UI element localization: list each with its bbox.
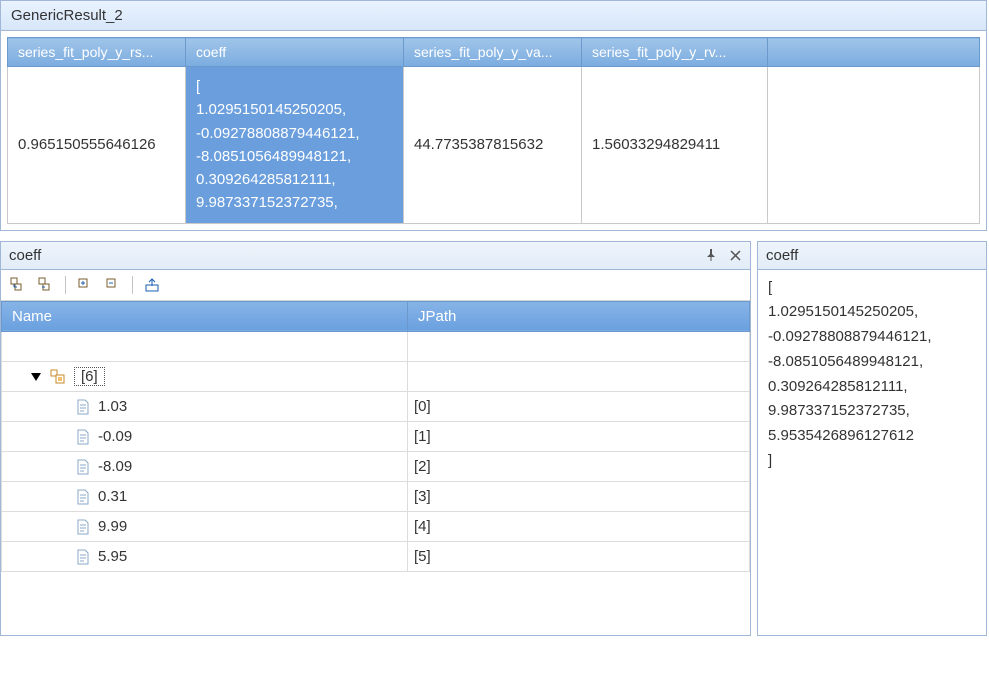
tree-item-path: [4] [408,512,750,542]
value-icon [76,459,90,475]
tree-item-name: 0.31 [98,488,127,505]
col-header-1[interactable]: coeff [186,38,404,67]
detail-panel-title: coeff [766,247,798,264]
col-header-2[interactable]: series_fit_poly_y_va... [404,38,582,67]
bottom-split: coeff [0,241,987,636]
col-header-0[interactable]: series_fit_poly_y_rs... [8,38,186,67]
tree-root-label[interactable]: [6] [74,367,105,386]
tree-item-name: 5.95 [98,548,127,565]
tree-item-name: 9.99 [98,518,127,535]
result-grid-wrap: series_fit_poly_y_rs... coeff series_fit… [1,31,986,230]
tree-rows: [6] 1.03 [0] -0.09 [1] [1,332,750,573]
toolbar-separator [132,276,133,294]
tree-item-path: [0] [408,392,750,422]
value-icon [76,429,90,445]
collapse-node-icon[interactable] [102,274,124,296]
detail-panel: coeff [ 1.0295150145250205, -0.092788088… [757,241,987,636]
value-icon [76,519,90,535]
tree-panel-title: coeff [9,247,41,264]
col-header-4[interactable] [768,38,980,67]
tree-item-path: [2] [408,452,750,482]
tree-item-row[interactable]: 1.03 [0] [2,392,750,422]
tree-toolbar [1,270,750,301]
value-icon [76,549,90,565]
close-icon[interactable] [728,248,742,262]
tree-scroll[interactable]: [6] 1.03 [0] -0.09 [1] [1,332,750,635]
tree-item-row[interactable]: -0.09 [1] [2,422,750,452]
tree-empty-row [2,332,750,362]
tree-item-row[interactable]: 5.95 [5] [2,542,750,572]
tree-item-path: [5] [408,542,750,572]
expand-all-icon[interactable] [7,274,29,296]
tree-root-row[interactable]: [6] [2,362,750,392]
collapse-triangle-icon[interactable] [31,373,41,381]
table-row[interactable]: 0.965150555646126 [ 1.0295150145250205, … [8,67,980,224]
cell-rsquare[interactable]: 0.965150555646126 [8,67,186,224]
value-icon [76,399,90,415]
toolbar-separator [65,276,66,294]
cell-coeff[interactable]: [ 1.0295150145250205, -0.092788088794461… [186,67,404,224]
result-grid-panel: GenericResult_2 series_fit_poly_y_rs... … [0,0,987,231]
cell-empty[interactable] [768,67,980,224]
tree-panel: coeff [0,241,751,636]
tree-item-row[interactable]: -8.09 [2] [2,452,750,482]
value-icon [76,489,90,505]
array-icon [50,369,66,385]
collapse-all-icon[interactable] [35,274,57,296]
detail-text[interactable]: [ 1.0295150145250205, -0.092788088794461… [758,270,986,635]
cell-rv[interactable]: 1.56033294829411 [582,67,768,224]
tree-item-name: -8.09 [98,458,132,475]
tree-panel-header: coeff [1,242,750,270]
col-header-3[interactable]: series_fit_poly_y_rv... [582,38,768,67]
tree-header-table: Name JPath [1,301,750,332]
tree-item-path: [1] [408,422,750,452]
tree-col-name[interactable]: Name [2,301,408,331]
tree-item-name: -0.09 [98,428,132,445]
tree-item-name: 1.03 [98,398,127,415]
tree-item-row[interactable]: 9.99 [4] [2,512,750,542]
export-icon[interactable] [141,274,163,296]
tree-item-path: [3] [408,482,750,512]
tree-item-row[interactable]: 0.31 [3] [2,482,750,512]
detail-panel-header: coeff [758,242,986,270]
cell-variance[interactable]: 44.7735387815632 [404,67,582,224]
expand-node-icon[interactable] [74,274,96,296]
tree-col-jpath[interactable]: JPath [408,301,750,331]
result-grid-title: GenericResult_2 [1,1,986,31]
pin-icon[interactable] [704,248,718,262]
result-grid: series_fit_poly_y_rs... coeff series_fit… [7,37,980,224]
